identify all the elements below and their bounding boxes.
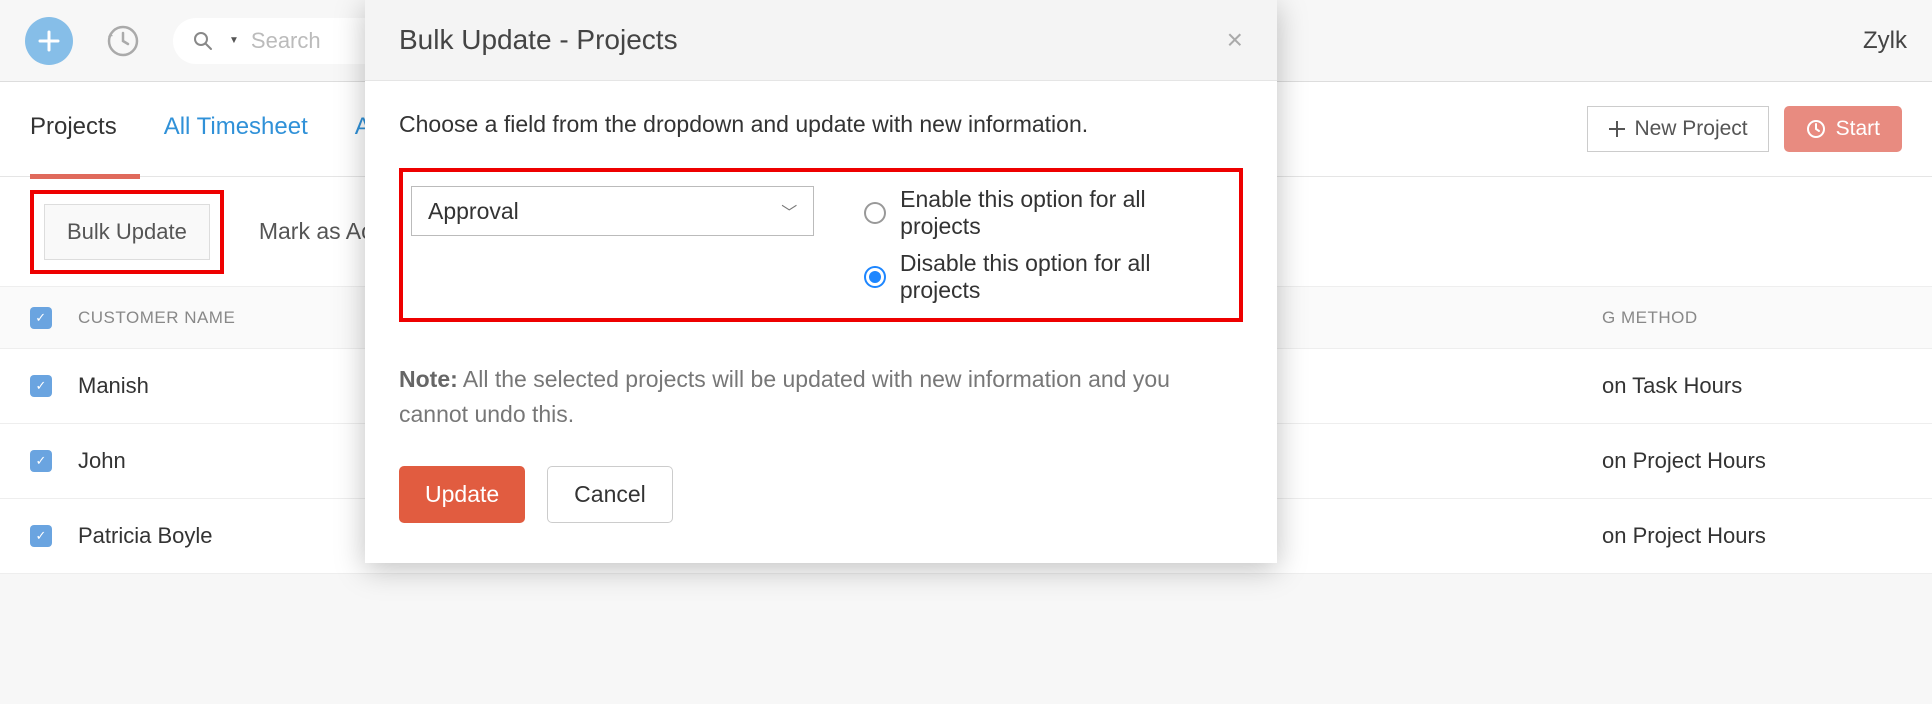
bulk-update-highlight: Bulk Update xyxy=(30,190,224,274)
modal-title: Bulk Update - Projects xyxy=(399,24,678,56)
billing-method: on Project Hours xyxy=(1602,523,1902,549)
bulk-update-button[interactable]: Bulk Update xyxy=(44,204,210,260)
chevron-down-icon: ﹀ xyxy=(781,199,797,223)
note-label: Note: xyxy=(399,366,458,392)
search-icon xyxy=(193,31,213,51)
clock-icon xyxy=(1806,119,1826,139)
tab-all-timesheet[interactable]: All Timesheet xyxy=(164,113,308,145)
tab-actions: New Project Start xyxy=(1587,106,1902,152)
modal-description: Choose a field from the dropdown and upd… xyxy=(399,111,1243,138)
modal-body: Choose a field from the dropdown and upd… xyxy=(365,81,1277,563)
bulk-update-modal: Bulk Update - Projects × Choose a field … xyxy=(365,0,1277,563)
tabs: Projects All Timesheet A xyxy=(30,113,371,145)
column-method: G METHOD xyxy=(1602,308,1902,328)
new-project-label: New Project xyxy=(1634,117,1747,141)
history-button[interactable] xyxy=(103,21,143,61)
billing-method: on Project Hours xyxy=(1602,448,1902,474)
history-icon xyxy=(105,23,141,59)
field-selection-box: Approval ﹀ Enable this option for all pr… xyxy=(399,168,1243,322)
radio-button[interactable] xyxy=(864,202,886,224)
modal-actions: Update Cancel xyxy=(399,466,1243,523)
dropdown-value: Approval xyxy=(428,198,519,225)
start-label: Start xyxy=(1836,117,1880,141)
chevron-down-icon[interactable]: ▼ xyxy=(229,35,239,46)
start-button[interactable]: Start xyxy=(1784,106,1902,152)
radio-disable[interactable]: Disable this option for all projects xyxy=(864,250,1231,304)
plus-icon xyxy=(1608,120,1626,138)
plus-icon xyxy=(38,30,60,52)
add-button[interactable] xyxy=(25,17,73,65)
select-all-column: ✓ xyxy=(30,307,78,329)
radio-group: Enable this option for all projects Disa… xyxy=(864,186,1231,304)
row-checkbox[interactable]: ✓ xyxy=(30,375,52,397)
field-dropdown[interactable]: Approval ﹀ xyxy=(411,186,814,236)
tab-projects[interactable]: Projects xyxy=(30,113,117,145)
close-icon[interactable]: × xyxy=(1227,24,1243,56)
select-all-checkbox[interactable]: ✓ xyxy=(30,307,52,329)
radio-button-selected[interactable] xyxy=(864,266,886,288)
cancel-button[interactable]: Cancel xyxy=(547,466,673,523)
radio-enable-label: Enable this option for all projects xyxy=(900,186,1231,240)
row-checkbox[interactable]: ✓ xyxy=(30,450,52,472)
billing-method: on Task Hours xyxy=(1602,373,1902,399)
note-text: All the selected projects will be update… xyxy=(399,366,1170,427)
update-button[interactable]: Update xyxy=(399,466,525,523)
modal-header: Bulk Update - Projects × xyxy=(365,0,1277,81)
radio-disable-label: Disable this option for all projects xyxy=(900,250,1231,304)
row-checkbox[interactable]: ✓ xyxy=(30,525,52,547)
modal-note: Note: All the selected projects will be … xyxy=(399,362,1243,431)
brand-label: Zylk xyxy=(1863,27,1907,55)
radio-enable[interactable]: Enable this option for all projects xyxy=(864,186,1231,240)
new-project-button[interactable]: New Project xyxy=(1587,106,1768,152)
